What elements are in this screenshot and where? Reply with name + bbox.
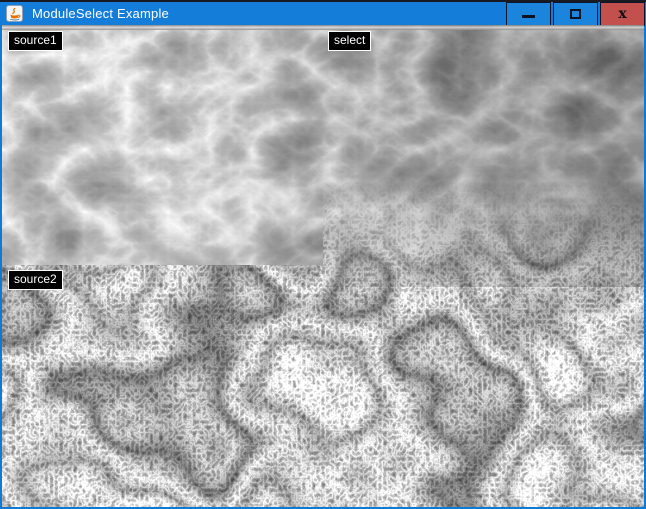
- noise-composite: [2, 25, 644, 507]
- window-controls: x: [506, 2, 645, 26]
- maximize-icon: [570, 9, 581, 19]
- maximize-button[interactable]: [553, 2, 598, 26]
- image-label-select: select: [328, 31, 371, 51]
- canvas-top-band: [2, 25, 644, 30]
- source2-image: [2, 265, 323, 507]
- minimize-icon: [522, 15, 535, 18]
- app-window: ModuleSelect Example x: [0, 0, 646, 509]
- select-region-shade: [2, 25, 644, 287]
- java-coffee-cup-icon: [6, 5, 23, 22]
- close-button[interactable]: x: [600, 2, 645, 26]
- noise-render-canvas: source1 select source2: [2, 25, 644, 507]
- minimize-button[interactable]: [506, 2, 551, 26]
- image-label-source2: source2: [8, 270, 63, 290]
- titlebar[interactable]: ModuleSelect Example x: [0, 0, 646, 25]
- image-label-source1: source1: [8, 31, 63, 51]
- window-title: ModuleSelect Example: [32, 2, 169, 25]
- close-icon: x: [618, 7, 626, 21]
